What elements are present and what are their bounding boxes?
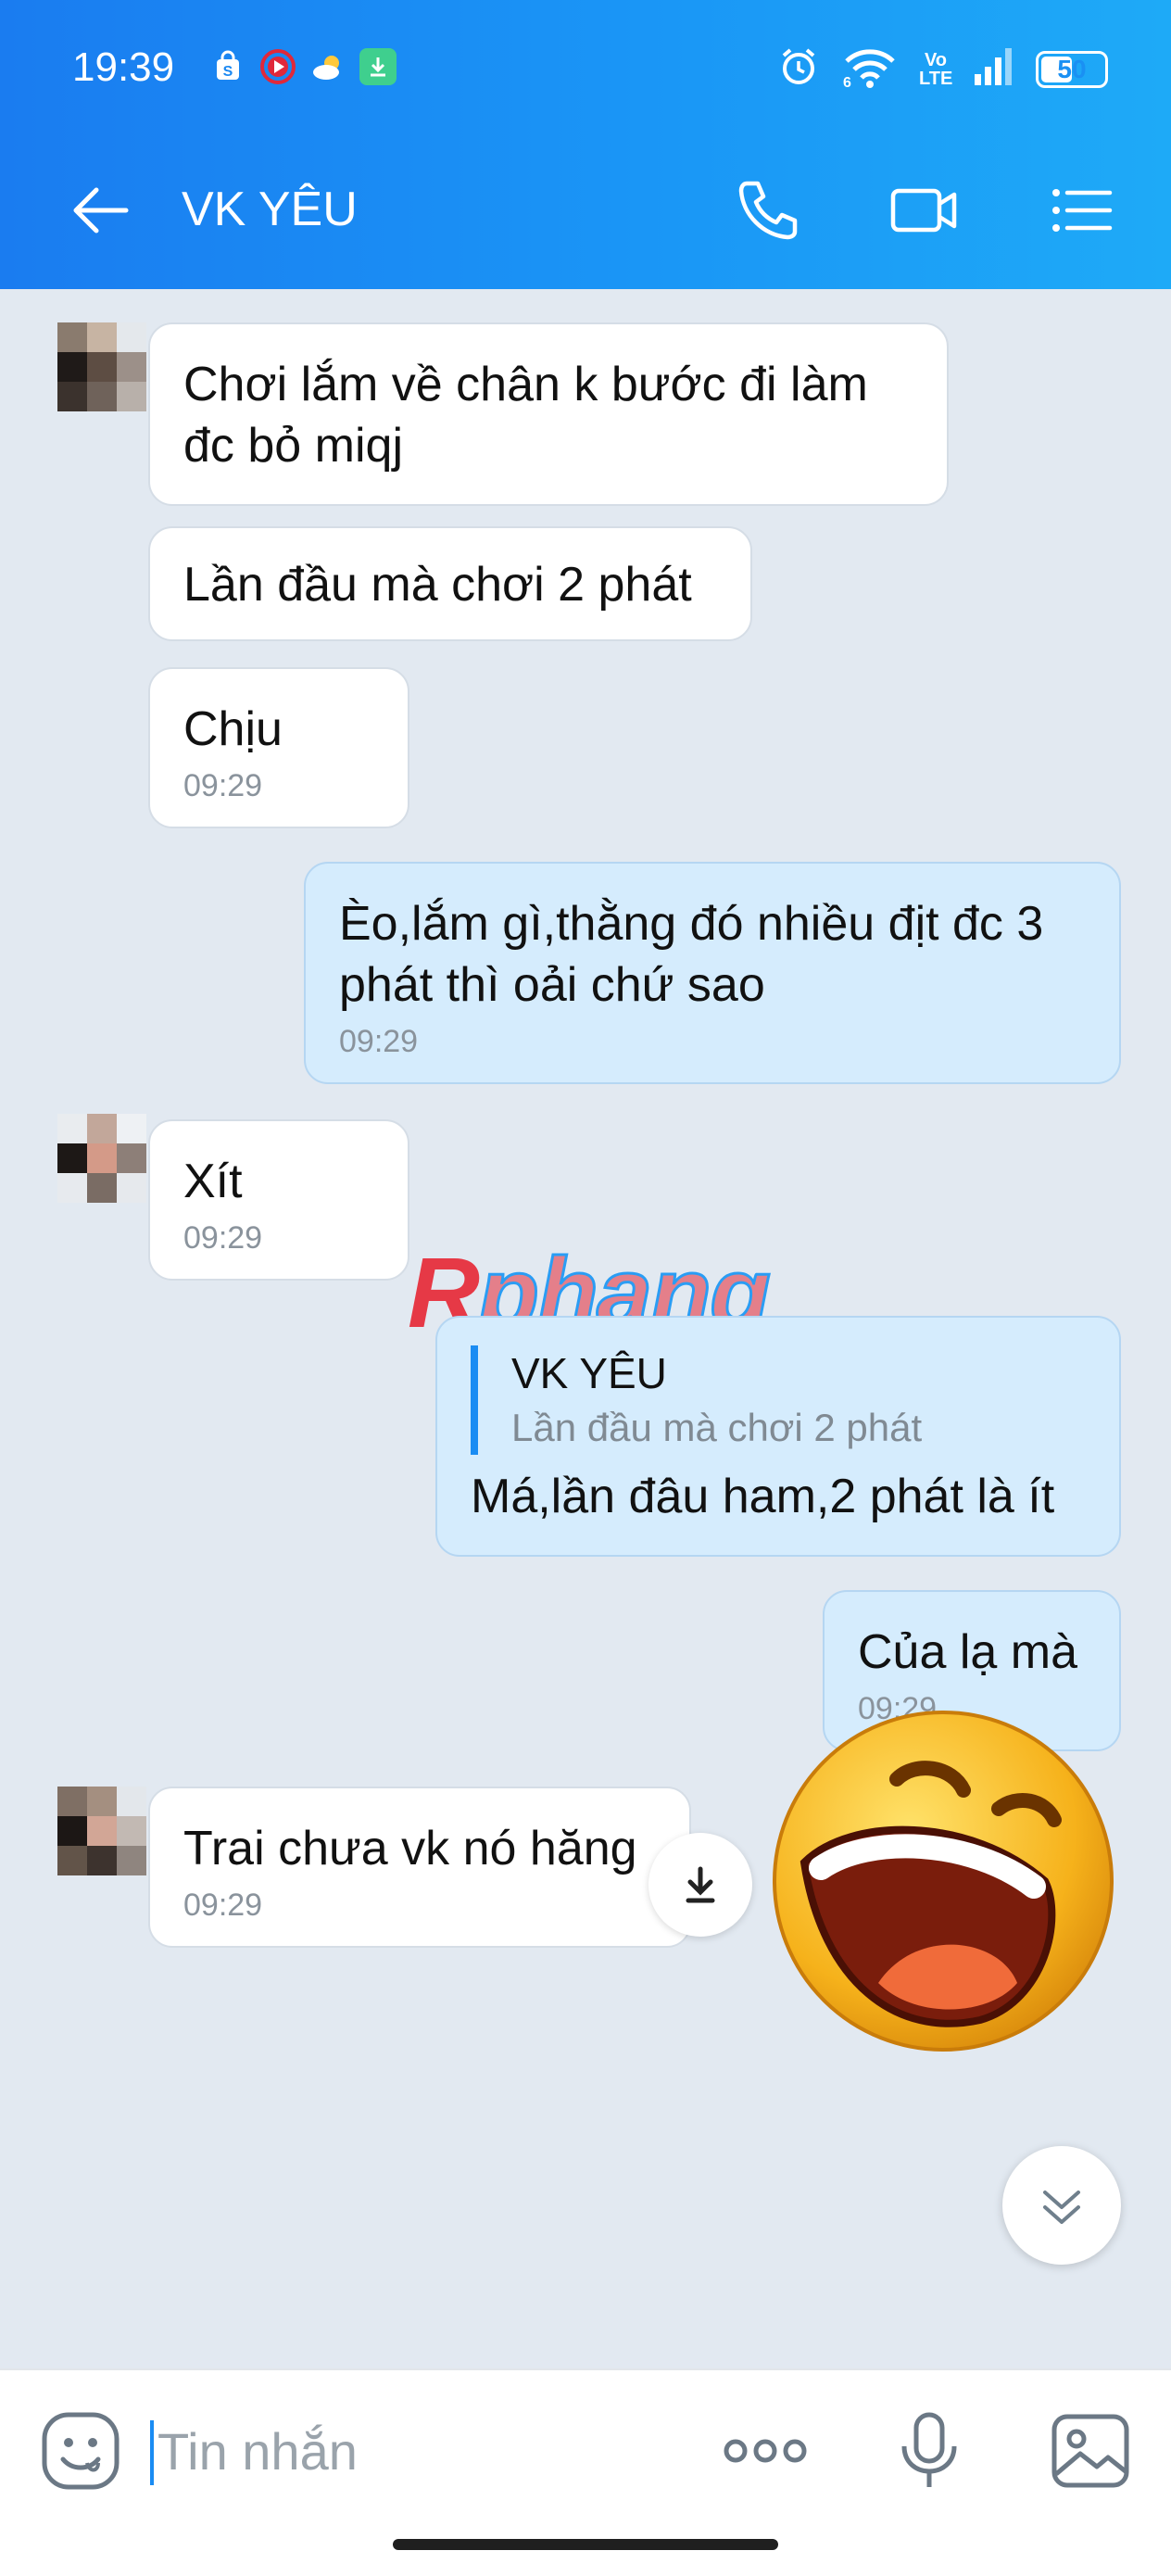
message-text: Chịu <box>183 702 283 756</box>
message-text: Lần đầu mà chơi 2 phát <box>183 558 692 612</box>
microphone-icon[interactable] <box>888 2409 971 2493</box>
emoji-icon[interactable] <box>39 2409 122 2493</box>
chat-header: 19:39 S 6 Vo LTE 50 VK YÊU <box>0 0 1171 289</box>
message-list[interactable]: Chơi lắm về chân k bước đi làm đc bỏ miq… <box>0 289 1171 2365</box>
message-time: 09:29 <box>339 1024 419 1059</box>
message-bubble[interactable]: Chịu 09:29 <box>148 667 409 828</box>
svg-text:6: 6 <box>843 75 851 89</box>
alarm-icon <box>776 44 821 94</box>
svg-text:S: S <box>223 64 233 80</box>
signal-icon <box>973 46 1015 92</box>
avatar[interactable] <box>57 1787 146 1875</box>
wifi-icon: 6 <box>841 44 899 94</box>
status-time: 19:39 <box>72 44 175 90</box>
message-text: Chơi lắm về chân k bước đi làm đc bỏ miq… <box>183 358 868 473</box>
back-arrow-icon[interactable] <box>69 178 133 243</box>
home-indicator[interactable] <box>393 2539 778 2550</box>
message-input-bar: Tin nhắn <box>0 2368 1171 2576</box>
status-bar: 19:39 S 6 Vo LTE 50 <box>0 0 1171 139</box>
reply-quote-author: VK YÊU <box>511 1349 667 1397</box>
message-bubble[interactable]: Lần đầu mà chơi 2 phát <box>148 526 752 641</box>
shop-icon: S <box>209 48 246 85</box>
notification-icons: S <box>209 48 397 85</box>
reply-quote-text: Lần đầu mà chơi 2 phát <box>511 1406 923 1449</box>
message-input[interactable]: Tin nhắn <box>150 2413 669 2491</box>
battery-icon: 50 <box>1036 50 1108 88</box>
reply-quote[interactable]: VK YÊU Lần đầu mà chơi 2 phát <box>471 1345 1086 1455</box>
message-bubble[interactable]: Trai chưa vk nó hăng 09:29 <box>148 1787 691 1948</box>
avatar[interactable] <box>57 322 146 411</box>
image-icon[interactable] <box>1049 2409 1132 2493</box>
video-call-icon[interactable] <box>888 174 960 246</box>
double-chevron-down-icon <box>1043 2191 1080 2224</box>
more-icon[interactable] <box>719 2409 812 2493</box>
message-time: 09:29 <box>183 1888 263 1923</box>
download-status-icon <box>359 48 397 85</box>
scroll-to-bottom-button[interactable] <box>1002 2146 1121 2265</box>
volte-icon: Vo LTE <box>919 49 953 89</box>
message-time: 09:29 <box>183 768 263 803</box>
message-bubble[interactable]: Èo,lắm gì,thằng đó nhiều địt đc 3 phát t… <box>304 862 1121 1084</box>
message-bubble[interactable]: Xít 09:29 <box>148 1119 409 1281</box>
weather-icon <box>309 48 346 85</box>
download-icon <box>686 1866 715 1903</box>
menu-list-icon[interactable] <box>1045 174 1117 246</box>
reply-message-bubble[interactable]: VK YÊU Lần đầu mà chơi 2 phát Má,lần đâu… <box>435 1316 1121 1557</box>
message-text: Èo,lắm gì,thằng đó nhiều địt đc 3 phát t… <box>339 897 1044 1012</box>
laughing-emoji-sticker[interactable] <box>767 1705 1119 2057</box>
contact-name[interactable]: VK YÊU <box>182 182 358 237</box>
message-time: 09:29 <box>183 1220 263 1256</box>
message-text: Của lạ mà <box>858 1625 1077 1679</box>
message-text: Xít <box>183 1155 243 1208</box>
download-button[interactable] <box>648 1833 752 1937</box>
avatar[interactable] <box>57 1114 146 1203</box>
message-text: Trai chưa vk nó hăng <box>183 1822 637 1875</box>
nav-bar: VK YÊU <box>0 158 1171 259</box>
battery-level: 50 <box>1057 54 1087 83</box>
phone-icon[interactable] <box>732 174 804 246</box>
message-bubble[interactable]: Chơi lắm về chân k bước đi làm đc bỏ miq… <box>148 322 949 506</box>
system-icons: 6 Vo LTE 50 <box>776 44 1108 94</box>
message-text: Má,lần đâu ham,2 phát là ít <box>471 1470 1055 1523</box>
record-icon <box>259 48 296 85</box>
